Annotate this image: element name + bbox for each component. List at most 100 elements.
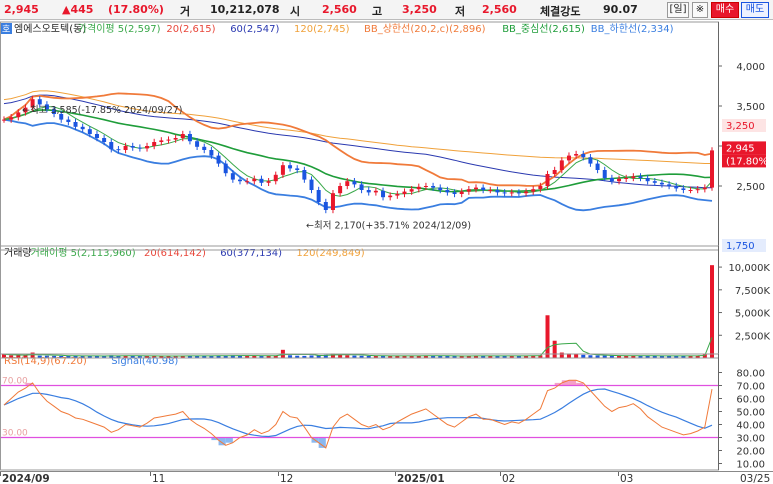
candle-body	[688, 190, 693, 191]
volume-legend-item: 거래이평 5(2,113,960)	[31, 247, 136, 259]
candle-body	[624, 178, 629, 179]
candle-body	[674, 186, 679, 189]
candle-body	[495, 190, 500, 193]
candle-body	[474, 187, 478, 190]
candle-body	[452, 192, 457, 194]
rsi-tick-label: 20.00	[736, 447, 765, 458]
volume-label: 거	[180, 5, 191, 18]
candle-body	[145, 146, 150, 149]
price-tick-label: 3,500	[736, 102, 765, 113]
candle-body	[109, 142, 114, 150]
candle-body	[2, 119, 6, 121]
volume-tick-label: 7,500K	[735, 286, 771, 297]
candle-body	[388, 195, 393, 198]
low-label: 저	[455, 5, 466, 18]
candle-body	[323, 202, 328, 210]
rsi-tick-label: 10.00	[736, 460, 765, 471]
candle-body	[516, 192, 521, 194]
price-legend-item: 60(2,547)	[230, 24, 279, 35]
candle-body	[710, 150, 714, 188]
candle-body	[223, 163, 228, 174]
candle-body	[531, 189, 536, 192]
candle-body	[609, 178, 614, 182]
candle-body	[545, 174, 550, 186]
candle-body	[667, 184, 672, 186]
candle-body	[166, 139, 171, 141]
candle-body	[431, 186, 436, 188]
x-tick-label: 03	[620, 473, 633, 484]
rsi-30-label: 30.00	[2, 429, 28, 439]
strength-label: 체결강도	[540, 5, 581, 18]
candle-body	[302, 170, 307, 180]
price-legend-item: 120(2,745)	[294, 24, 350, 35]
candle-body	[130, 146, 135, 148]
candle-body	[73, 122, 78, 127]
candle-body	[702, 187, 707, 190]
rsi-tick-label: 80.00	[736, 369, 765, 380]
candle-body	[652, 181, 657, 183]
candle-body	[409, 189, 414, 192]
candle-body	[280, 165, 285, 175]
candle-body	[373, 190, 378, 193]
candle-body	[245, 181, 250, 183]
candle-body	[338, 186, 343, 194]
price-change-pct: (17.80%)	[108, 3, 164, 16]
strength-value: 90.07	[603, 3, 638, 16]
current-pct-tag: (17.80%)	[726, 156, 772, 167]
candle-body	[230, 173, 235, 180]
high-label: 고	[372, 5, 383, 18]
stock-chart[interactable]: 호 엠에스오토텍(동)가격이평 5(2,597) 20(2,615) 60(2,547…	[0, 20, 773, 484]
candle-body	[381, 190, 386, 198]
candle-body	[695, 189, 700, 191]
rsi-70-label: 70.00	[2, 377, 28, 387]
candle-body	[9, 117, 14, 120]
period-button[interactable]: [일]	[667, 2, 689, 18]
candle-body	[238, 179, 242, 182]
quote-bar: 2,945 ▲445 (17.80%) 거 10,212,078 시 2,560…	[0, 0, 773, 20]
candle-body	[366, 190, 371, 193]
candle-body	[681, 188, 686, 190]
candle-body	[395, 194, 400, 196]
sell-button[interactable]: 매도	[741, 2, 769, 18]
price-legend-item: BB_상한선(20,2,c)(2,896)	[364, 23, 486, 35]
candle-body	[16, 112, 21, 118]
candle-body	[638, 176, 643, 178]
volume-bar	[552, 340, 557, 358]
volume-tick-label: 5,000K	[735, 309, 771, 320]
candle-body	[80, 126, 85, 130]
candle-body	[402, 191, 407, 194]
rsi-tick-label: 70.00	[736, 382, 765, 393]
candle-body	[524, 191, 529, 194]
rsi-oversold-fill	[225, 437, 233, 443]
candle-body	[309, 179, 314, 190]
candle-body	[509, 192, 514, 194]
candle-body	[288, 165, 293, 169]
price-legend-item: 가격이평 5(2,597)	[78, 22, 161, 35]
x-tick-label: 02	[502, 473, 515, 484]
candle-body	[94, 134, 99, 138]
candle-body	[466, 189, 471, 192]
volume-bar	[545, 315, 550, 358]
low-value: 2,560	[482, 3, 517, 16]
candle-body	[152, 142, 157, 146]
price-legend-item: BB_하한선(2,334)	[591, 22, 674, 35]
buy-button[interactable]: 매수	[711, 2, 739, 18]
candle-body	[631, 176, 636, 178]
rsi-tick-label: 50.00	[736, 408, 765, 419]
candle-body	[488, 190, 493, 191]
candle-body	[259, 178, 264, 183]
candle-body	[216, 155, 221, 164]
volume-tick-label: 10,000K	[728, 263, 770, 274]
candle-body	[416, 186, 421, 190]
rsi-tick-label: 40.00	[736, 421, 765, 432]
candle-body	[180, 134, 185, 138]
candle-body	[359, 184, 364, 190]
candle-body	[295, 168, 300, 170]
price-tick-label: 4,000	[736, 62, 765, 73]
candle-body	[502, 192, 507, 194]
candle-body	[581, 154, 586, 158]
x-tick-label: 11	[152, 473, 165, 484]
settings-button[interactable]: ※	[692, 2, 708, 18]
candle-body	[345, 181, 350, 186]
candle-body	[595, 163, 600, 170]
